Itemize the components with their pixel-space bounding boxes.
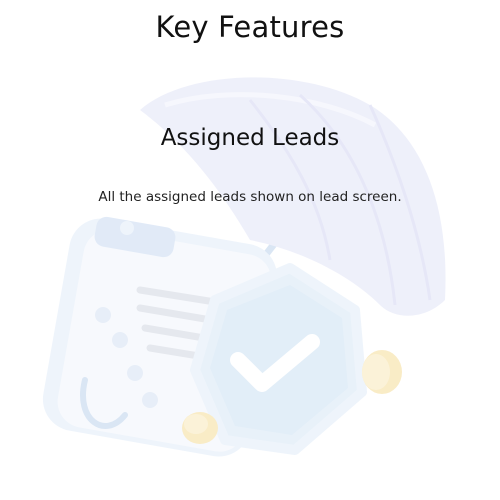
shield-check-icon: [190, 263, 367, 455]
feature-description: All the assigned leads shown on lead scr…: [98, 189, 402, 205]
page-title: Key Features: [155, 10, 345, 44]
feature-card: Key Features Assigned Leads All the assi…: [0, 0, 500, 500]
feature-title: Assigned Leads: [160, 125, 340, 151]
feature-illustration: [42, 77, 446, 457]
